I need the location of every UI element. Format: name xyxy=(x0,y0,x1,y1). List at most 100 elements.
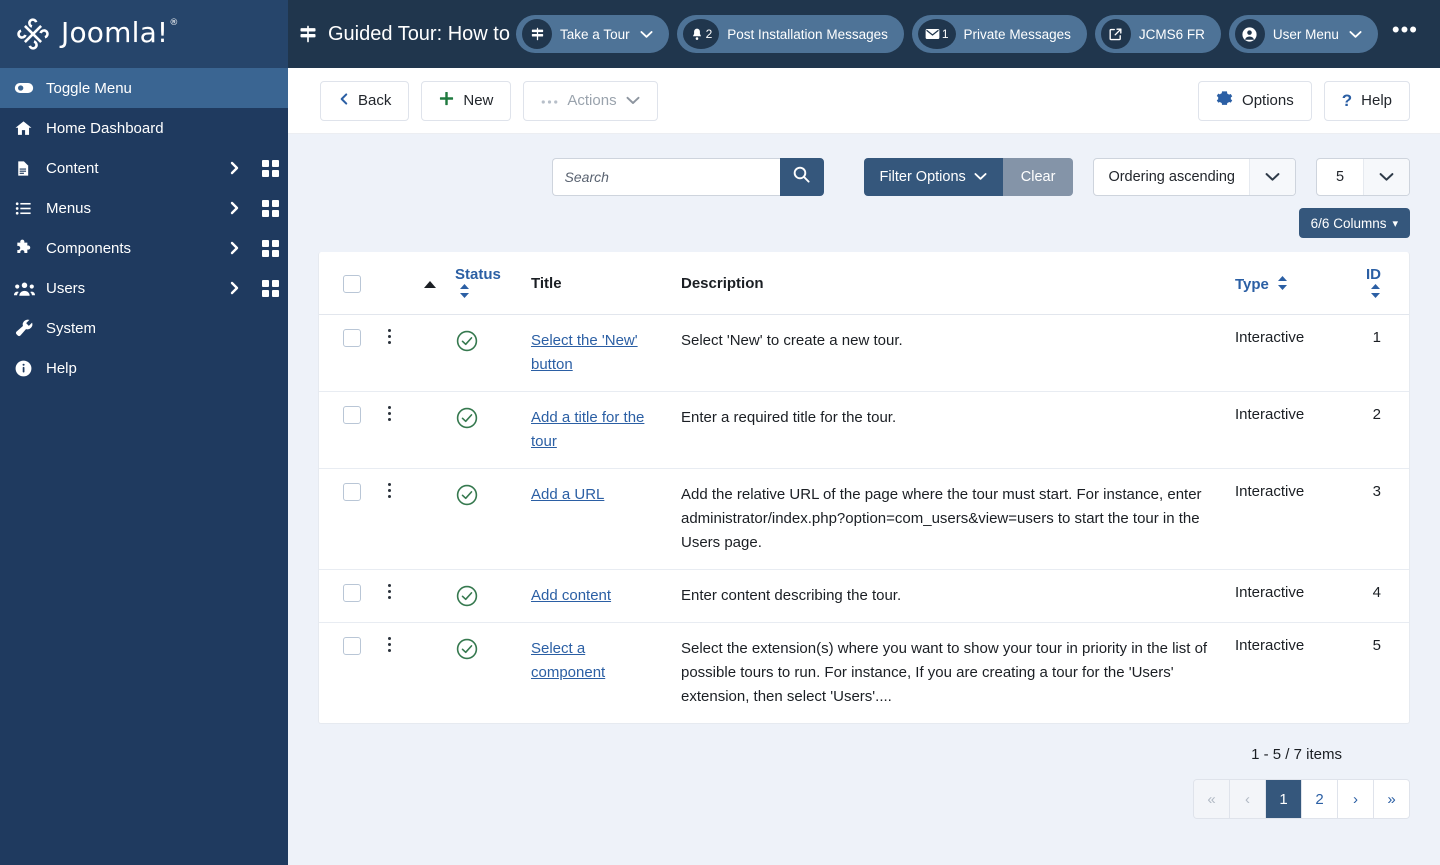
row-type-cell: Interactive xyxy=(1229,391,1353,469)
pagination-page-1[interactable]: 1 xyxy=(1266,780,1301,818)
ordering-select-value: Ordering ascending xyxy=(1108,169,1235,185)
filter-bar: Filter Options Clear Ordering ascending … xyxy=(318,134,1410,196)
sidebar-item-toggle-menu[interactable]: Toggle Menu xyxy=(0,68,288,108)
list-limit-select[interactable]: 5 xyxy=(1316,158,1410,196)
pill-label: Private Messages xyxy=(963,26,1071,42)
back-button-label: Back xyxy=(358,92,392,109)
brand-logo[interactable]: Joomla!® xyxy=(0,0,288,68)
header-id[interactable]: ID xyxy=(1353,252,1409,315)
header-type-label: Type xyxy=(1235,275,1269,293)
search-button[interactable] xyxy=(779,158,824,196)
row-checkbox[interactable] xyxy=(343,406,361,424)
chevron-right-icon[interactable] xyxy=(218,240,252,256)
dashboard-grid-icon[interactable] xyxy=(252,199,288,217)
chevron-down-icon[interactable] xyxy=(1249,159,1295,195)
pagination-page-2[interactable]: 2 xyxy=(1302,780,1337,818)
chevron-down-icon xyxy=(640,27,653,42)
select-all-checkbox[interactable] xyxy=(343,274,361,293)
status-published-icon[interactable] xyxy=(455,329,519,353)
sidebar-item-help[interactable]: Help xyxy=(0,348,288,388)
row-id-cell: 5 xyxy=(1372,637,1381,654)
chevron-right-icon[interactable] xyxy=(218,280,252,296)
sidebar-item-label: Content xyxy=(46,159,99,177)
private-messages-button[interactable]: 1 Private Messages xyxy=(911,15,1087,53)
row-status-cell xyxy=(449,623,525,724)
row-title-cell: Add a title for the tour xyxy=(525,391,663,469)
sidebar-item-users[interactable]: Users xyxy=(0,268,288,308)
row-checkbox[interactable] xyxy=(343,584,361,602)
chevron-down-icon[interactable] xyxy=(1363,159,1409,195)
options-button[interactable]: Options xyxy=(1198,80,1312,121)
sidebar-item-menus[interactable]: Menus xyxy=(0,188,288,228)
status-published-icon[interactable] xyxy=(455,637,519,661)
dashboard-grid-icon[interactable] xyxy=(252,239,288,257)
dashboard-grid-icon[interactable] xyxy=(252,279,288,297)
user-menu-button[interactable]: User Menu xyxy=(1228,15,1378,53)
row-checkbox[interactable] xyxy=(343,483,361,501)
search-input[interactable] xyxy=(551,158,780,196)
row-checkbox[interactable] xyxy=(343,637,361,655)
dashboard-grid-icon[interactable] xyxy=(252,159,288,177)
pagination-prev[interactable]: ‹ xyxy=(1230,780,1265,818)
chevron-right-icon[interactable] xyxy=(218,200,252,216)
columns-row: 6/6 Columns ▾ xyxy=(318,208,1410,238)
row-type-cell: Interactive xyxy=(1229,314,1353,392)
sidebar-item-label: Help xyxy=(46,359,77,377)
row-checkbox[interactable] xyxy=(343,329,361,347)
row-description-cell: Select 'New' to create a new tour. xyxy=(663,314,1229,392)
row-ordering-cell xyxy=(411,391,449,469)
row-description-cell: Select the extension(s) where you want t… xyxy=(681,640,1208,705)
ordering-select[interactable]: Ordering ascending xyxy=(1093,158,1296,196)
row-id-cell: 4 xyxy=(1353,569,1409,623)
row-title-link[interactable]: Add content xyxy=(531,587,611,604)
sidebar-item-home-dashboard[interactable]: Home Dashboard xyxy=(0,108,288,148)
top-header-bar: Guided Tour: How to create a g Take a To… xyxy=(288,0,1440,68)
header-type[interactable]: Type xyxy=(1229,252,1353,315)
columns-toggle-button[interactable]: 6/6 Columns ▾ xyxy=(1298,208,1410,238)
tour-steps-table: Status Title Description Type ID Select … xyxy=(319,252,1409,723)
row-title-cell: Select a component xyxy=(525,623,663,724)
row-actions-menu-icon[interactable] xyxy=(373,406,405,421)
status-published-icon[interactable] xyxy=(455,584,519,608)
header-status[interactable]: Status xyxy=(449,252,525,315)
help-button[interactable]: ? Help xyxy=(1323,80,1410,121)
take-a-tour-button[interactable]: Take a Tour xyxy=(516,15,669,53)
actions-dropdown-button[interactable]: Actions xyxy=(523,80,658,121)
row-title-link[interactable]: Select the 'New' button xyxy=(531,332,638,373)
sidebar-item-label: Users xyxy=(46,279,86,297)
chevron-right-icon[interactable] xyxy=(218,160,252,176)
post-installation-messages-button[interactable]: 2 Post Installation Messages xyxy=(676,15,904,53)
header-ordering[interactable] xyxy=(411,252,449,315)
row-actions-menu-icon[interactable] xyxy=(373,637,405,652)
row-description-cell: Enter a required title for the tour. xyxy=(663,391,1229,469)
results-count: 1 - 5 / 7 items xyxy=(1251,746,1342,763)
status-published-icon[interactable] xyxy=(455,483,519,507)
row-title-link[interactable]: Add a title for the tour xyxy=(531,409,644,450)
row-title-link[interactable]: Add a URL xyxy=(531,486,604,503)
caret-down-icon: ▾ xyxy=(1392,217,1398,230)
pagination-first[interactable]: « xyxy=(1194,780,1229,818)
row-description-cell: Enter content describing the tour. xyxy=(663,569,1229,623)
back-button[interactable]: Back xyxy=(320,80,410,121)
row-title-link[interactable]: Select a component xyxy=(531,640,605,681)
filter-options-button[interactable]: Filter Options xyxy=(863,158,1003,196)
sidebar-item-components[interactable]: Components xyxy=(0,228,288,268)
header-overflow-menu-button[interactable]: ••• xyxy=(1386,19,1422,43)
pagination-last[interactable]: » xyxy=(1374,780,1409,818)
sidebar-item-system[interactable]: System xyxy=(0,308,288,348)
search-icon xyxy=(792,165,811,189)
row-type-cell: Interactive xyxy=(1229,468,1353,570)
site-preview-button[interactable]: JCMS6 FR xyxy=(1094,15,1221,53)
row-actions-menu-icon[interactable] xyxy=(373,483,405,498)
row-select-cell xyxy=(319,314,367,392)
plus-icon xyxy=(439,91,454,110)
new-button[interactable]: New xyxy=(421,80,512,121)
clear-filters-button[interactable]: Clear xyxy=(1002,158,1074,196)
sidebar-item-content[interactable]: Content xyxy=(0,148,288,188)
pagination-next[interactable]: › xyxy=(1338,780,1373,818)
columns-toggle-label: 6/6 Columns xyxy=(1310,215,1387,231)
row-actions-menu-icon[interactable] xyxy=(373,584,405,599)
status-published-icon[interactable] xyxy=(455,406,519,430)
row-actions-menu-icon[interactable] xyxy=(373,329,405,344)
chevron-down-icon xyxy=(974,169,987,185)
